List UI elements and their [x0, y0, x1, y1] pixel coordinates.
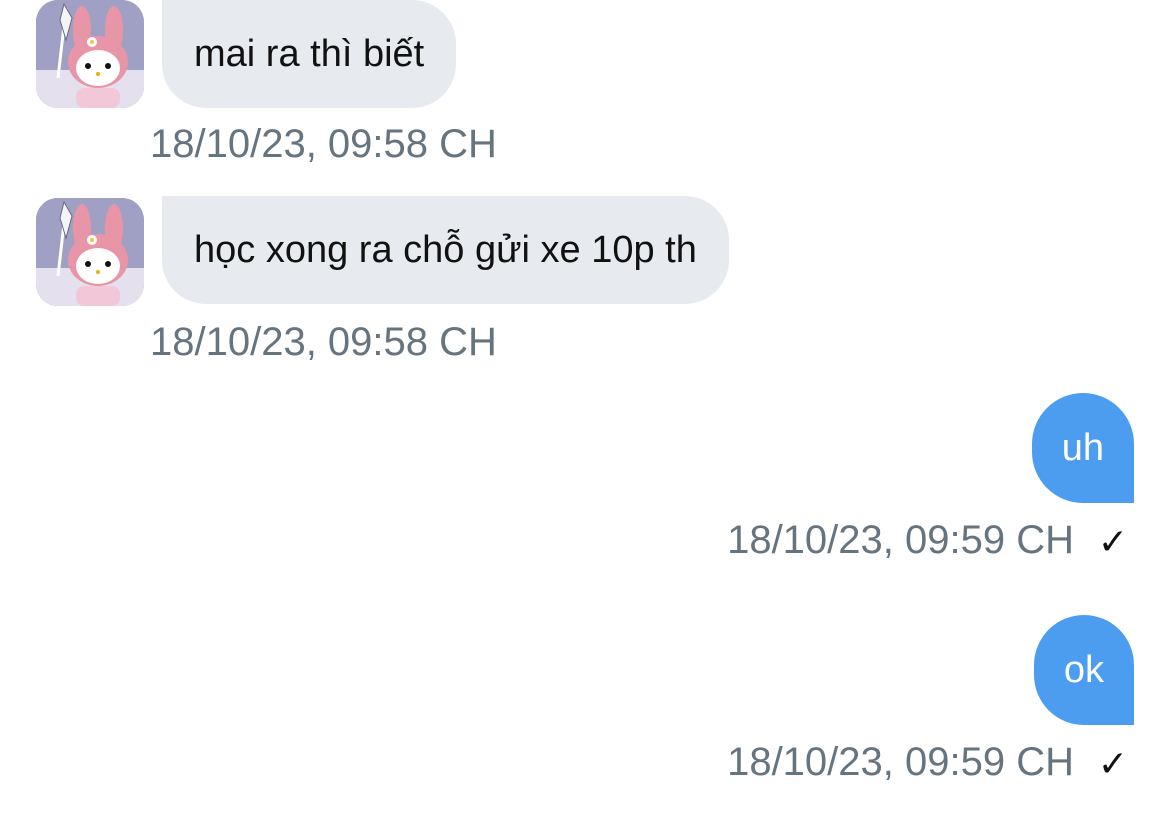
message-timestamp: 18/10/23, 09:59 CH	[727, 740, 1074, 784]
avatar[interactable]	[36, 198, 144, 306]
message-timestamp: 18/10/23, 09:59 CH	[727, 518, 1074, 562]
check-icon: ✓	[1097, 521, 1128, 562]
message-timestamp: 18/10/23, 09:58 CH	[150, 122, 497, 166]
message-bubble-incoming[interactable]: mai ra thì biết	[162, 0, 457, 108]
check-icon: ✓	[1097, 743, 1128, 784]
avatar[interactable]	[36, 0, 144, 108]
message-timestamp: 18/10/23, 09:58 CH	[150, 320, 497, 364]
bunny-avatar-icon	[36, 0, 144, 108]
message-bubble-incoming[interactable]: học xong ra chỗ gửi xe 10p th	[162, 196, 729, 304]
message-bubble-outgoing[interactable]: uh	[1031, 393, 1134, 503]
chat-thread: mai ra thì biết 18/10/23, 09:58 CH học x…	[0, 0, 1170, 826]
message-bubble-outgoing[interactable]: ok	[1033, 615, 1134, 725]
bunny-avatar-icon	[36, 198, 144, 306]
